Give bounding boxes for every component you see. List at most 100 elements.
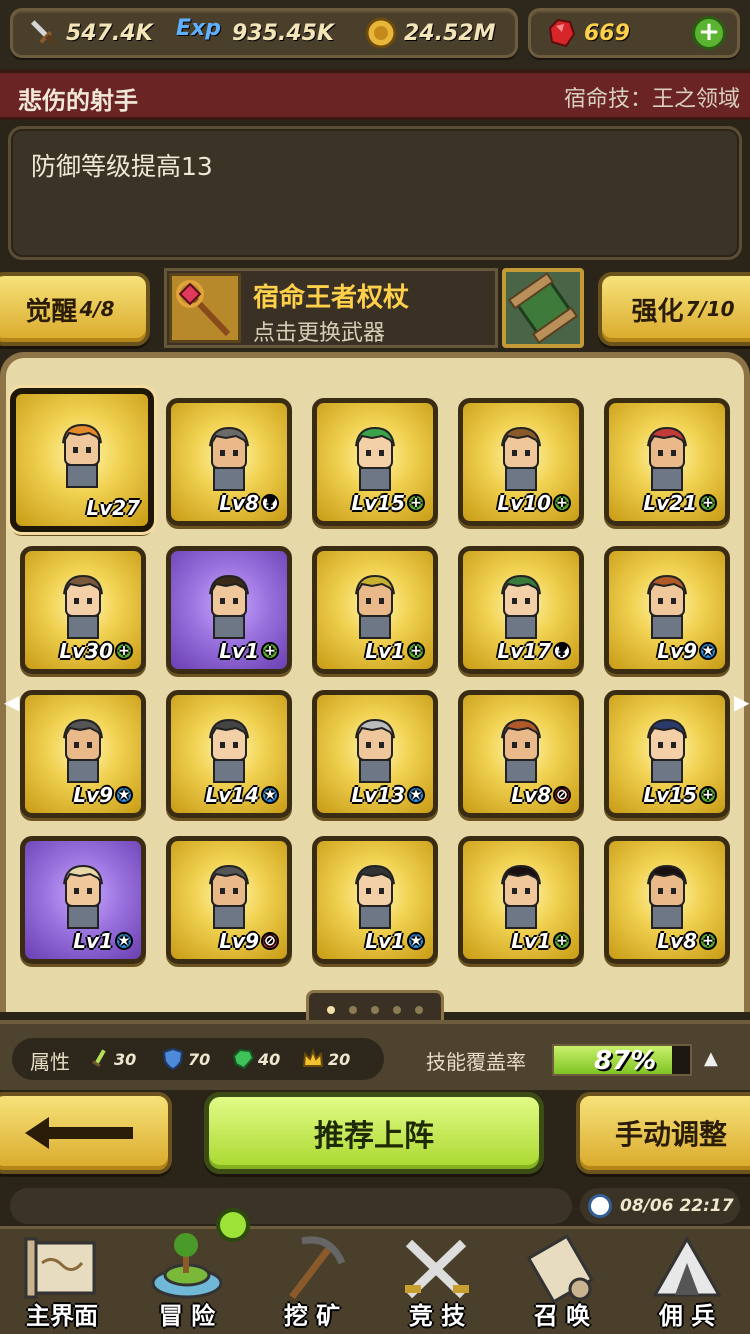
gem-resource: 669 [544, 16, 630, 50]
hero-level-text: Lv30 [59, 639, 113, 663]
hero-level-text: Lv1 [365, 929, 405, 953]
nav-item[interactable]: 挖 矿 [250, 1229, 374, 1334]
hero-level: Lv14 ★ [205, 783, 279, 807]
add-gems-button[interactable]: + [692, 16, 726, 50]
nav-item[interactable]: 竞 技 [375, 1229, 499, 1334]
page-dot[interactable] [349, 1006, 357, 1014]
hero-card[interactable]: Lv8 ⊘ [458, 690, 584, 818]
awaken-button[interactable]: 觉醒 4/8 [0, 272, 150, 346]
enhance-button[interactable]: 强化 7/10 [598, 272, 750, 346]
hero-status-icon: ★ [115, 786, 133, 804]
manual-adjust-button[interactable]: 手动调整 [576, 1092, 750, 1174]
hero-status-icon: + [407, 494, 425, 512]
hero-level: Lv1 ★ [73, 929, 133, 953]
hero-card[interactable]: Lv1 + [312, 546, 438, 674]
prev-page-arrow[interactable]: ◀ [4, 690, 19, 714]
hero-level-text: Lv9 [73, 783, 113, 807]
hero-card[interactable]: Lv13 ★ [312, 690, 438, 818]
manual-label: 手动调整 [614, 1118, 727, 1151]
clock-icon [588, 1194, 612, 1218]
sword-icon [30, 20, 56, 45]
page-dot[interactable] [327, 1006, 335, 1014]
hero-portrait [63, 718, 103, 783]
hero-portrait [501, 864, 541, 929]
skill-scroll-button[interactable] [502, 268, 584, 348]
page-dot[interactable] [371, 1006, 379, 1014]
hero-card[interactable]: Lv21 + [604, 398, 730, 526]
hero-card[interactable]: Lv9 ⊘ [166, 836, 292, 964]
weapon-selector[interactable]: 宿命王者权杖 点击更换武器 [164, 268, 498, 348]
hero-portrait [647, 426, 687, 491]
expand-arrow-icon[interactable]: ▲ [704, 1048, 718, 1069]
hero-card[interactable]: Lv8 + [604, 836, 730, 964]
hero-level: Lv1 + [365, 639, 425, 663]
hero-card[interactable]: Lv17? [458, 546, 584, 674]
hero-card[interactable]: Lv9 ★ [604, 546, 730, 674]
hero-card[interactable]: Lv10 + [458, 398, 584, 526]
attack-resource: 547.4K [26, 16, 153, 50]
recommend-label: 推荐上阵 [314, 1119, 434, 1154]
hero-status-icon: + [407, 642, 425, 660]
hero-level-text: Lv9 [219, 929, 259, 953]
hero-card[interactable]: Lv1 ★ [20, 836, 146, 964]
pickaxe-icon [289, 1236, 346, 1300]
chat-bar[interactable] [10, 1188, 572, 1224]
hero-level-text: Lv8 [657, 929, 697, 953]
hero-portrait [355, 718, 395, 783]
hero-card[interactable]: Lv14 ★ [166, 690, 292, 818]
hero-title-bar: 悲伤的射手 宿命技：王之领域 [0, 70, 750, 120]
hero-status-icon: + [699, 932, 717, 950]
hero-card[interactable]: Lv30 + [20, 546, 146, 674]
nav-label: 挖 矿 [283, 1302, 341, 1330]
enhance-value: 7/10 [685, 297, 735, 321]
hero-card[interactable]: Lv8? [166, 398, 292, 526]
hero-level-text: Lv13 [351, 783, 405, 807]
next-page-arrow[interactable]: ▶ [734, 690, 749, 714]
back-button[interactable] [0, 1092, 172, 1174]
map-scroll-icon [24, 1237, 96, 1299]
hero-card[interactable]: Lv15 + [604, 690, 730, 818]
coverage-label: 技能覆盖率 [426, 1050, 526, 1074]
hero-level-text: Lv14 [205, 783, 259, 807]
hero-card[interactable]: Lv1 ★ [312, 836, 438, 964]
nav-label: 主界面 [26, 1302, 98, 1330]
nav-item[interactable]: 主界面 [0, 1229, 124, 1334]
hero-card[interactable]: Lv1 + [458, 836, 584, 964]
resource-bar: 547.4K Exp 935.45K 24.52M 669 + [0, 0, 750, 68]
hero-card[interactable]: Lv27 [10, 388, 154, 532]
nav-label: 佣 兵 [658, 1302, 716, 1330]
hero-level: Lv30 + [59, 639, 133, 663]
attr-shield-value: 70 [188, 1049, 211, 1069]
hero-status-icon: + [115, 642, 133, 660]
hero-portrait [62, 424, 102, 489]
hero-card[interactable]: Lv1 + [166, 546, 292, 674]
description-text: 防御等级提高13 [31, 152, 213, 181]
hero-portrait [209, 574, 249, 639]
hero-level-text: Lv8 [511, 783, 551, 807]
hero-portrait [209, 718, 249, 783]
page-dot[interactable] [415, 1006, 423, 1014]
hero-status-icon: + [261, 642, 279, 660]
exp-resource: Exp 935.45K [176, 16, 334, 50]
recommend-deploy-button[interactable]: 推荐上阵 [204, 1092, 544, 1174]
attribute-label: 属性 [30, 1050, 70, 1074]
gem-value: 669 [584, 20, 630, 46]
hero-card[interactable]: Lv15 + [312, 398, 438, 526]
hero-portrait [647, 864, 687, 929]
nav-item[interactable]: 召 唤 [500, 1229, 624, 1334]
hero-card[interactable]: Lv9 ★ [20, 690, 146, 818]
nav-item[interactable]: 冒 险 [125, 1229, 249, 1334]
nav-item[interactable]: 佣 兵 [625, 1229, 749, 1334]
attr-crown-value: 20 [328, 1049, 351, 1069]
awaken-label: 觉醒 [25, 296, 78, 327]
ruby-icon [548, 18, 576, 48]
bottom-navigation: 主界面 冒 险 挖 矿 竞 技 召 唤 佣 兵 [0, 1226, 750, 1334]
island-icon [151, 1233, 223, 1299]
page-dot[interactable] [393, 1006, 401, 1014]
weapon-hint: 点击更换武器 [253, 321, 386, 346]
time-text: 08/06 22:17 [620, 1196, 734, 1216]
hero-level-text: Lv1 [365, 639, 405, 663]
hero-portrait [355, 864, 395, 929]
hero-status-icon: ⊘ [553, 786, 571, 804]
hero-status-icon: + [553, 932, 571, 950]
